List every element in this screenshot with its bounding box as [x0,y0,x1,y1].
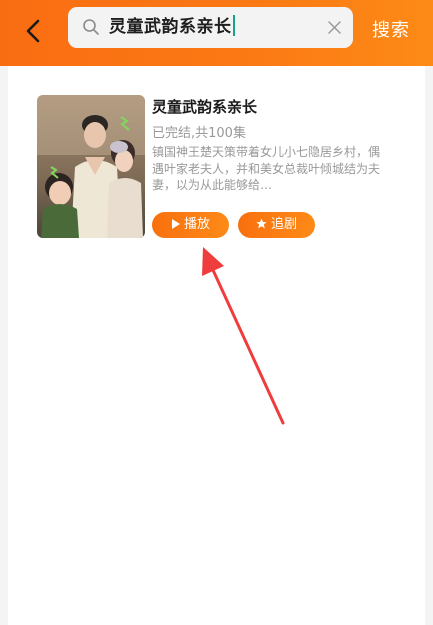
search-button[interactable]: 搜索 [372,16,410,42]
drama-description: 镇国神王楚天策带着女儿小七隐居乡村，偶遇叶家老夫人，并和美女总裁叶倾城结为夫妻，… [152,145,380,192]
search-input-text: 灵童武韵系亲长 [109,17,232,37]
text-cursor [232,15,235,36]
episode-status: 已完结,共100集 [152,126,246,141]
search-box[interactable]: 灵童武韵系亲长 [68,7,353,48]
follow-button-label: 追剧 [270,217,297,232]
search-header: 灵童武韵系亲长 搜索 [0,0,433,66]
follow-button[interactable]: 追剧 [238,212,315,238]
search-input[interactable]: 灵童武韵系亲长 [109,7,235,48]
play-button[interactable]: 播放 [152,212,229,238]
drama-cover-image[interactable] [37,95,145,238]
drama-title[interactable]: 灵童武韵系亲长 [152,96,257,117]
play-button-label: 播放 [183,217,210,232]
back-arrow-icon [26,19,40,43]
search-icon [83,19,99,35]
star-icon [256,213,267,239]
clear-icon[interactable] [326,19,343,36]
back-button[interactable] [18,16,48,46]
cover-artwork [37,95,145,238]
play-icon [171,213,180,239]
